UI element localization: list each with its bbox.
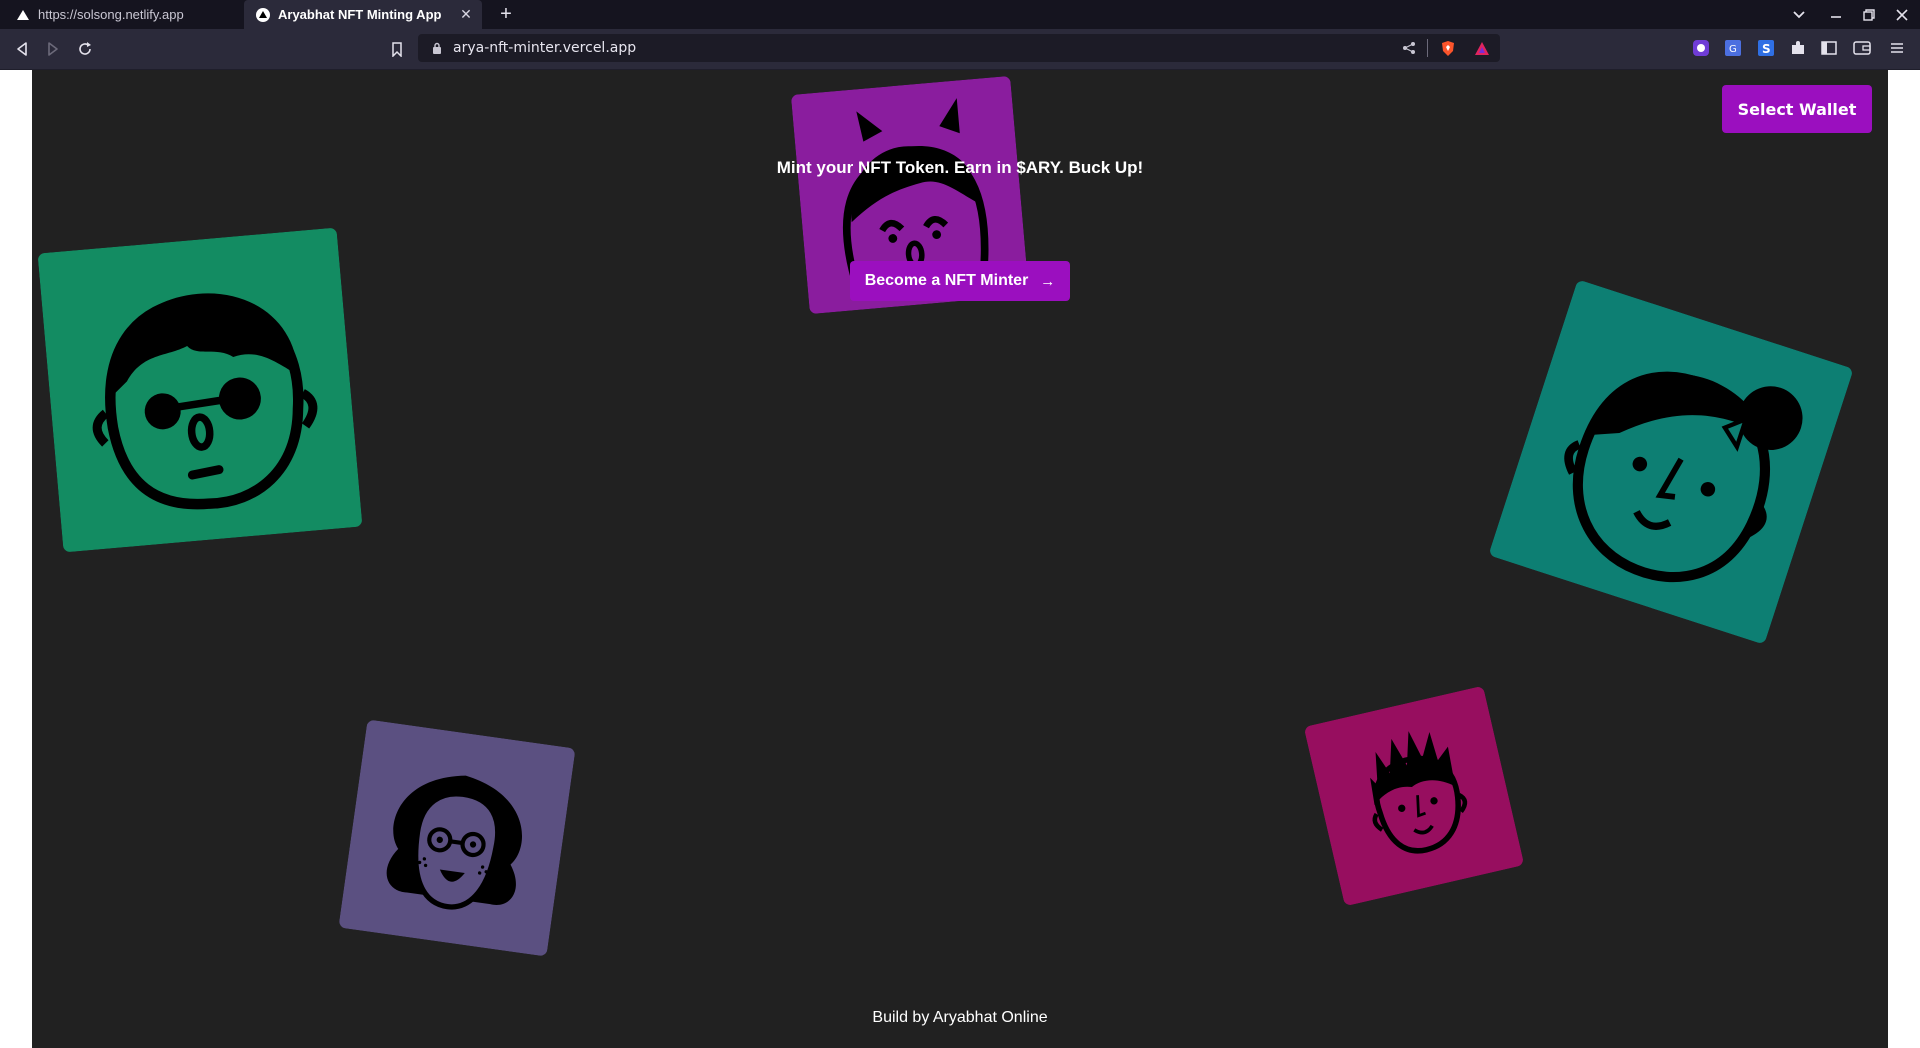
new-tab-plus-icon[interactable]: +	[495, 3, 517, 25]
translate-icon[interactable]: G	[1723, 38, 1743, 58]
close-window-icon[interactable]	[1892, 5, 1912, 25]
reload-icon[interactable]	[74, 38, 96, 60]
restore-icon[interactable]	[1859, 5, 1879, 25]
wallet-icon[interactable]	[1852, 38, 1872, 58]
extension-s-icon[interactable]: S	[1756, 38, 1776, 58]
select-wallet-button[interactable]: Select Wallet	[1722, 85, 1872, 133]
browser-tab-bar: https://solsong.netlify.app Aryabhat NFT…	[0, 0, 1920, 29]
glasses-girl-avatar	[338, 719, 576, 957]
nft-minter-page: Select Wallet Mint your NFT Token. Earn …	[32, 70, 1888, 1048]
become-nft-minter-button[interactable]: Become a NFT Minter →	[850, 261, 1070, 301]
close-tab-icon[interactable]: ✕	[458, 6, 474, 22]
divider	[1427, 39, 1428, 57]
menu-icon[interactable]	[1887, 38, 1907, 58]
svg-text:S: S	[1762, 42, 1771, 56]
mint-button-label: Become a NFT Minter	[864, 272, 1029, 289]
arrow-right-icon: →	[1040, 272, 1056, 290]
extension-icon-purple[interactable]	[1691, 38, 1711, 58]
brave-rewards-icon[interactable]	[1474, 41, 1490, 56]
browser-tab-aryabhat[interactable]: Aryabhat NFT Minting App ✕	[244, 0, 482, 29]
minimize-icon[interactable]	[1826, 5, 1846, 25]
address-bar[interactable]: arya-nft-minter.vercel.app	[418, 34, 1500, 62]
extensions-puzzle-icon[interactable]	[1788, 38, 1808, 58]
sidebar-icon[interactable]	[1819, 38, 1839, 58]
lock-icon	[433, 42, 441, 54]
page-margin-left	[0, 70, 32, 1048]
footer-credit: Build by Aryabhat Online	[872, 1009, 1048, 1026]
url-text: arya-nft-minter.vercel.app	[453, 40, 637, 56]
back-icon[interactable]	[11, 38, 33, 60]
svg-text:G: G	[1729, 44, 1737, 55]
browser-tab-solsong[interactable]: https://solsong.netlify.app	[4, 0, 242, 29]
spiky-hair-avatar	[1303, 685, 1525, 907]
sunglasses-avatar	[37, 227, 363, 553]
bow-girl-avatar	[1488, 279, 1854, 645]
forward-icon[interactable]	[42, 38, 64, 60]
bookmark-icon[interactable]	[386, 38, 408, 60]
tab-title: Aryabhat NFT Minting App	[278, 7, 442, 22]
tab-list-chevron-icon[interactable]	[1789, 5, 1809, 25]
browser-toolbar: arya-nft-minter.vercel.app G S	[0, 29, 1920, 70]
vercel-favicon-icon	[17, 9, 29, 20]
page-margin-right	[1888, 70, 1920, 1048]
share-icon[interactable]	[1402, 41, 1416, 55]
page-headline: Mint your NFT Token. Earn in $ARY. Buck …	[776, 158, 1144, 177]
brave-shield-icon[interactable]	[1440, 40, 1456, 57]
vercel-favicon-icon	[256, 7, 270, 22]
tab-title: https://solsong.netlify.app	[38, 7, 184, 22]
